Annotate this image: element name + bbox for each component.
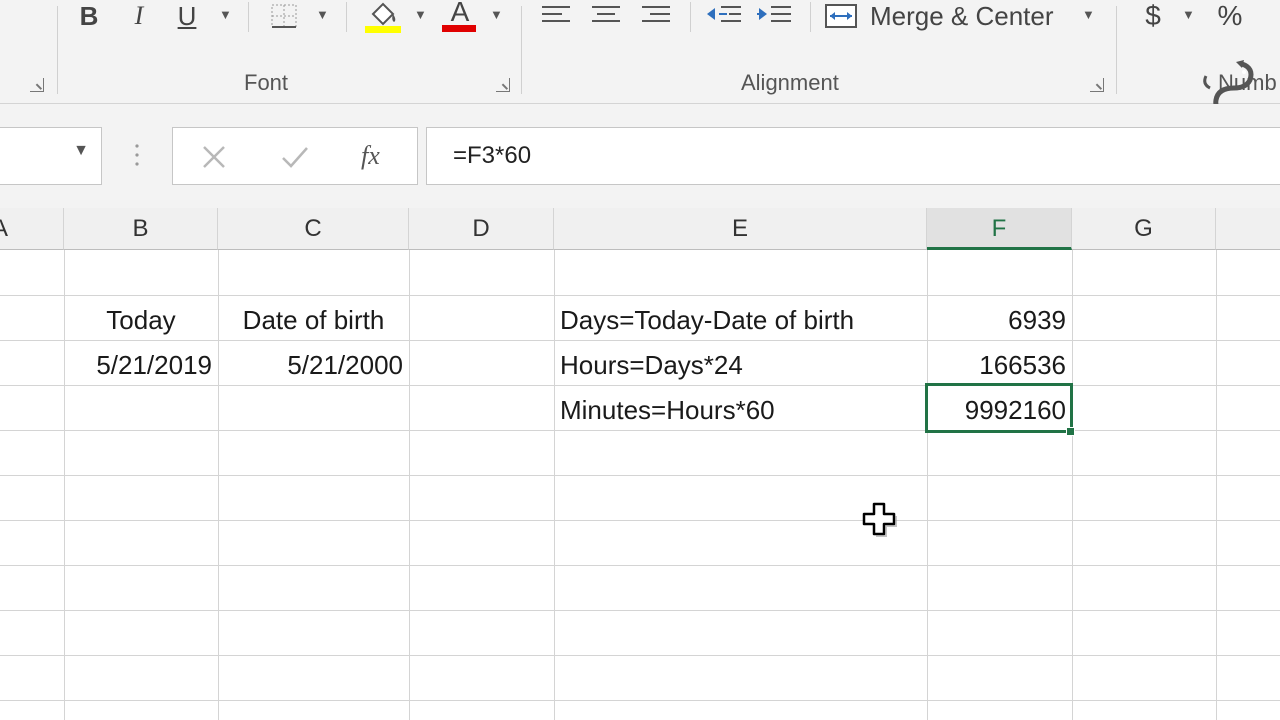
cell-e2[interactable]: Days=Today-Date of birth	[554, 297, 927, 341]
merge-center-button[interactable]: Merge & Center	[824, 0, 1084, 32]
gridline	[0, 565, 1280, 566]
decrease-indent-icon	[707, 6, 741, 22]
underline-button[interactable]: U	[172, 0, 202, 32]
checkmark-icon	[282, 147, 308, 168]
align-right-icon	[642, 6, 670, 22]
increase-indent-button[interactable]	[754, 0, 794, 30]
alignment-group-label: Alignment	[741, 70, 839, 95]
cell-e4[interactable]: Minutes=Hours*60	[554, 387, 927, 431]
gridline	[1216, 250, 1217, 720]
gridline	[0, 700, 1280, 701]
column-header-a[interactable]: A	[0, 208, 64, 250]
fx-label: fx	[361, 141, 380, 170]
align-right-button[interactable]	[638, 0, 674, 30]
column-header-d[interactable]: D	[409, 208, 554, 250]
cell-f2[interactable]: 6939	[927, 297, 1072, 341]
gridline	[1072, 250, 1073, 720]
formula-bar-area: ▼ fx =F3*60	[0, 104, 1280, 208]
font-group-label: Font	[244, 70, 289, 95]
formula-input[interactable]: =F3*60	[426, 127, 1280, 185]
increase-indent-icon	[757, 6, 791, 22]
font-color-button[interactable]: A	[440, 0, 480, 34]
name-box[interactable]: ▼	[0, 127, 102, 185]
paint-bucket-icon	[365, 2, 401, 33]
percent-button[interactable]: %	[1210, 0, 1250, 32]
alignment-dialog-launcher-icon[interactable]	[1090, 78, 1104, 92]
formula-buttons: fx	[172, 127, 418, 185]
insert-function-button[interactable]: fx	[361, 138, 397, 174]
gridline	[0, 295, 1280, 296]
percent-label: %	[1217, 0, 1243, 31]
underline-label: U	[177, 1, 197, 31]
underline-dropdown-chevron-down-icon[interactable]: ▼	[219, 8, 232, 21]
column-header-e[interactable]: E	[554, 208, 927, 250]
ribbon: B I U ▼ ▼ ▼ A ▼ Font Merge & Center ▼ Al…	[0, 0, 1280, 147]
merge-center-label: Merge & Center	[870, 0, 1054, 31]
group-separator	[57, 6, 58, 94]
cell-c3[interactable]: 5/21/2000	[218, 342, 409, 386]
font-color-swatch-icon	[442, 25, 476, 32]
fill-color-button[interactable]	[362, 0, 404, 34]
column-header-g[interactable]: G	[1072, 208, 1216, 250]
align-left-button[interactable]	[538, 0, 574, 30]
font-dialog-launcher-icon[interactable]	[496, 78, 510, 92]
column-header-f[interactable]: F	[927, 208, 1072, 250]
bold-label: B	[79, 1, 99, 31]
vertical-dots-icon	[135, 144, 139, 166]
currency-button[interactable]: $	[1138, 0, 1168, 32]
clipboard-dialog-launcher-icon[interactable]	[30, 78, 44, 92]
gridline	[0, 475, 1280, 476]
currency-label: $	[1145, 0, 1161, 31]
gridline	[0, 520, 1280, 521]
separator	[690, 2, 691, 32]
bold-button[interactable]: B	[74, 0, 104, 32]
group-separator	[1116, 6, 1117, 94]
separator	[810, 2, 811, 32]
italic-button[interactable]: I	[124, 0, 154, 32]
column-header-b[interactable]: B	[64, 208, 218, 250]
align-center-icon	[592, 6, 620, 22]
fill-handle[interactable]	[1066, 427, 1075, 436]
cell-b2[interactable]: Today	[64, 297, 218, 341]
decrease-indent-button[interactable]	[704, 0, 744, 30]
borders-dropdown-chevron-down-icon[interactable]: ▼	[316, 8, 329, 21]
worksheet-grid[interactable]: A B C D E F G Today Date of birth 5/21/2…	[0, 208, 1280, 720]
separator	[346, 2, 347, 32]
column-header-c[interactable]: C	[218, 208, 409, 250]
gridline	[0, 610, 1280, 611]
highlight-color-swatch	[365, 26, 401, 33]
align-center-button[interactable]	[588, 0, 624, 30]
borders-button[interactable]	[268, 0, 300, 32]
separator	[248, 2, 249, 32]
borders-icon	[271, 4, 297, 28]
italic-label: I	[134, 1, 144, 30]
column-header-h[interactable]	[1216, 208, 1280, 250]
active-cell-selection	[925, 383, 1073, 433]
name-box-chevron-down-icon[interactable]: ▼	[73, 142, 89, 160]
merge-center-icon	[825, 4, 857, 28]
merge-center-dropdown-chevron-down-icon[interactable]: ▼	[1082, 8, 1095, 21]
cancel-button[interactable]	[199, 142, 229, 172]
formula-bar-resize-handle[interactable]	[134, 142, 140, 170]
cell-select-cursor-icon	[862, 502, 897, 537]
cell-c2[interactable]: Date of birth	[218, 297, 409, 341]
gridline	[0, 655, 1280, 656]
close-icon	[203, 146, 225, 168]
cell-b3[interactable]: 5/21/2019	[64, 342, 218, 386]
font-color-dropdown-chevron-down-icon[interactable]: ▼	[490, 8, 503, 21]
gridline	[409, 250, 410, 720]
group-separator	[521, 6, 522, 94]
currency-dropdown-chevron-down-icon[interactable]: ▼	[1182, 8, 1195, 21]
cell-f3[interactable]: 166536	[927, 342, 1072, 386]
enter-button[interactable]	[279, 142, 311, 172]
cell-e3[interactable]: Hours=Days*24	[554, 342, 927, 386]
align-left-icon	[542, 6, 570, 22]
fill-color-dropdown-chevron-down-icon[interactable]: ▼	[414, 8, 427, 21]
